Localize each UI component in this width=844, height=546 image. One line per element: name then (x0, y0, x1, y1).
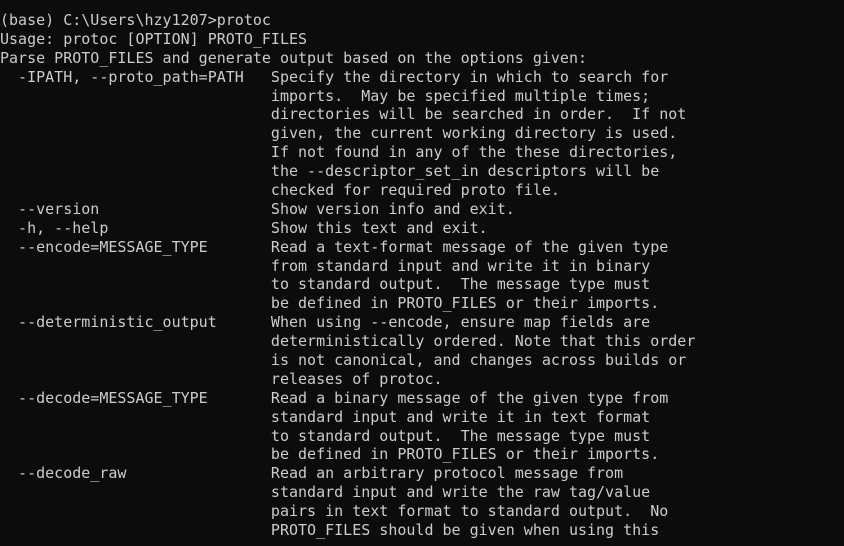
option-proto-path: -IPATH, --proto_path=PATH Specify the di… (0, 67, 669, 86)
option-deterministic-output-desc: is not canonical, and changes across bui… (0, 351, 687, 370)
option-help: -h, --help Show this text and exit. (0, 218, 488, 237)
option-proto-path-desc: the --descriptor_set_in descriptors will… (0, 162, 660, 181)
option-decode-raw-desc: pairs in text format to standard output.… (0, 502, 669, 521)
option-proto-path-desc: If not found in any of the these directo… (0, 143, 678, 162)
option-deterministic-output-desc: releases of protoc. (0, 369, 443, 388)
option-decode-desc: standard input and write it in text form… (0, 407, 651, 426)
option-encode: --encode=MESSAGE_TYPE Read a text-format… (0, 237, 669, 256)
prompt-command-line: (base) C:\Users\hzy1207>protoc (0, 11, 271, 29)
option-decode-desc: be defined in PROTO_FILES or their impor… (0, 445, 660, 464)
option-proto-path-desc: given, the current working directory is … (0, 124, 678, 143)
option-decode-desc: to standard output. The message type mus… (0, 426, 651, 445)
option-proto-path-desc: directories will be searched in order. I… (0, 105, 687, 124)
option-decode-raw-desc: PROTO_FILES should be given when using t… (0, 521, 660, 540)
terminal-window[interactable]: (base) C:\Users\hzy1207>protoc Usage: pr… (0, 0, 844, 546)
option-proto-path-desc: checked for required proto file. (0, 181, 560, 200)
usage-line: Usage: protoc [OPTION] PROTO_FILES (0, 29, 308, 48)
option-proto-path-desc: imports. May be specified multiple times… (0, 86, 651, 105)
option-decode-raw: --decode_raw Read an arbitrary protocol … (0, 464, 624, 483)
option-deterministic-output-desc: deterministically ordered. Note that thi… (0, 332, 696, 351)
option-decode-raw-desc: standard input and write the raw tag/val… (0, 483, 651, 502)
option-encode-desc: from standard input and write it in bina… (0, 256, 651, 275)
description-line: Parse PROTO_FILES and generate output ba… (0, 48, 587, 67)
option-encode-desc: be defined in PROTO_FILES or their impor… (0, 294, 660, 313)
option-deterministic-output: --deterministic_output When using --enco… (0, 313, 651, 332)
option-decode: --decode=MESSAGE_TYPE Read a binary mess… (0, 388, 669, 407)
option-version: --version Show version info and exit. (0, 199, 515, 218)
option-encode-desc: to standard output. The message type mus… (0, 275, 651, 294)
